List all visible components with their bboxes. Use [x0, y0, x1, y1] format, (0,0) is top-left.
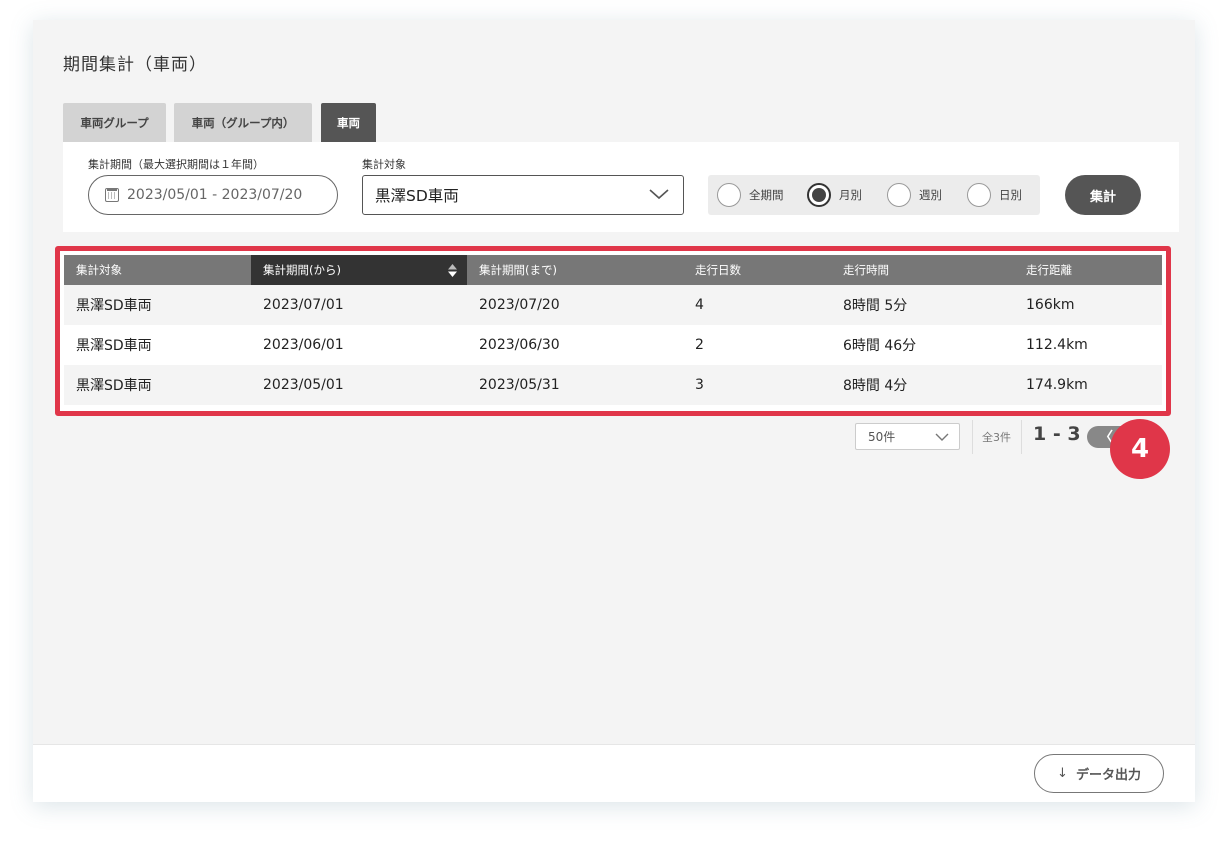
- column-header-driving-time[interactable]: 走行時間: [831, 255, 1014, 285]
- filter-panel: 集計期間（最大選択期間は１年間） 2023/05/01 - 2023/07/20…: [63, 142, 1179, 232]
- per-page-select[interactable]: 50件: [855, 423, 960, 450]
- cell-target: 黒澤SD車両: [64, 365, 251, 405]
- radio-circle: [717, 183, 741, 207]
- radio-circle: [967, 183, 991, 207]
- cell-period-to: 2023/05/31: [467, 365, 683, 405]
- period-type-radio-group: 全期間 月別 週別 日別: [708, 175, 1040, 215]
- target-label: 集計対象: [362, 158, 406, 171]
- cell-period-from: 2023/06/01: [251, 325, 467, 365]
- tab-vehicle-in-group[interactable]: 車両（グループ内）: [174, 103, 312, 142]
- page-range: 1 - 3: [1033, 423, 1081, 445]
- cell-driving-time: 8時間 5分: [831, 285, 1014, 325]
- chevron-down-icon: [935, 433, 949, 441]
- table-row[interactable]: 黒澤SD車両 2023/07/01 2023/07/20 4 8時間 5分 16…: [64, 285, 1162, 325]
- date-range-input[interactable]: 2023/05/01 - 2023/07/20: [88, 175, 338, 215]
- cell-target: 黒澤SD車両: [64, 325, 251, 365]
- page-title: 期間集計（車両）: [63, 55, 207, 75]
- column-header-distance[interactable]: 走行距離: [1014, 255, 1162, 285]
- column-header-target[interactable]: 集計対象: [64, 255, 251, 285]
- footer-bar: ↓ データ出力: [33, 744, 1195, 802]
- cell-driving-time: 6時間 46分: [831, 325, 1014, 365]
- cell-driving-days: 4: [683, 285, 831, 325]
- radio-label: 日別: [999, 188, 1022, 202]
- column-header-period-from[interactable]: 集計期間(から): [251, 255, 467, 285]
- divider: [1021, 420, 1022, 454]
- radio-circle: [887, 183, 911, 207]
- results-table: 集計対象 集計期間(から) 集計期間(まで) 走行日数 走行時間 走行距離 黒澤…: [64, 255, 1162, 405]
- cell-driving-days: 2: [683, 325, 831, 365]
- column-header-driving-days[interactable]: 走行日数: [683, 255, 831, 285]
- table-header-row: 集計対象 集計期間(から) 集計期間(まで) 走行日数 走行時間 走行距離: [64, 255, 1162, 285]
- cell-period-to: 2023/07/20: [467, 285, 683, 325]
- column-header-period-to[interactable]: 集計期間(まで): [467, 255, 683, 285]
- divider: [972, 420, 973, 454]
- cell-distance: 174.9km: [1014, 365, 1162, 405]
- cell-driving-days: 3: [683, 365, 831, 405]
- target-select-value: 黒澤SD車両: [375, 187, 459, 205]
- radio-monthly[interactable]: 月別: [807, 183, 862, 207]
- period-label: 集計期間（最大選択期間は１年間）: [88, 158, 264, 171]
- cell-period-from: 2023/07/01: [251, 285, 467, 325]
- cell-driving-time: 8時間 4分: [831, 365, 1014, 405]
- radio-label: 全期間: [749, 188, 784, 202]
- cell-distance: 112.4km: [1014, 325, 1162, 365]
- radio-all-period[interactable]: 全期間: [717, 183, 784, 207]
- radio-label: 週別: [919, 188, 942, 202]
- tab-vehicle[interactable]: 車両: [321, 103, 376, 142]
- aggregate-button[interactable]: 集計: [1065, 175, 1141, 215]
- cell-period-to: 2023/06/30: [467, 325, 683, 365]
- table-row[interactable]: 黒澤SD車両 2023/06/01 2023/06/30 2 6時間 46分 1…: [64, 325, 1162, 365]
- calendar-icon: [105, 188, 119, 202]
- column-header-label: 集計期間(から): [263, 263, 341, 277]
- radio-label: 月別: [839, 188, 862, 202]
- per-page-value: 50件: [868, 430, 896, 444]
- sort-icon: [448, 264, 457, 277]
- cell-target: 黒澤SD車両: [64, 285, 251, 325]
- table-row[interactable]: 黒澤SD車両 2023/05/01 2023/05/31 3 8時間 4分 17…: [64, 365, 1162, 405]
- main-window: 期間集計（車両） 車両グループ 車両（グループ内） 車両 集計期間（最大選択期間…: [33, 20, 1195, 802]
- step-number-badge: 4: [1110, 419, 1170, 479]
- highlighted-results-table: 集計対象 集計期間(から) 集計期間(まで) 走行日数 走行時間 走行距離 黒澤…: [55, 246, 1171, 416]
- radio-weekly[interactable]: 週別: [887, 183, 942, 207]
- tab-vehicle-group[interactable]: 車両グループ: [63, 103, 166, 142]
- download-arrow-icon: ↓: [1057, 766, 1068, 781]
- total-count: 全3件: [982, 431, 1011, 444]
- radio-circle-selected: [807, 183, 831, 207]
- cell-period-from: 2023/05/01: [251, 365, 467, 405]
- radio-daily[interactable]: 日別: [967, 183, 1022, 207]
- chevron-down-icon: [649, 189, 669, 200]
- target-select[interactable]: 黒澤SD車両: [362, 175, 684, 215]
- data-export-button[interactable]: ↓ データ出力: [1034, 754, 1164, 793]
- export-label: データ出力: [1075, 768, 1141, 783]
- date-range-value: 2023/05/01 - 2023/07/20: [127, 187, 303, 203]
- cell-distance: 166km: [1014, 285, 1162, 325]
